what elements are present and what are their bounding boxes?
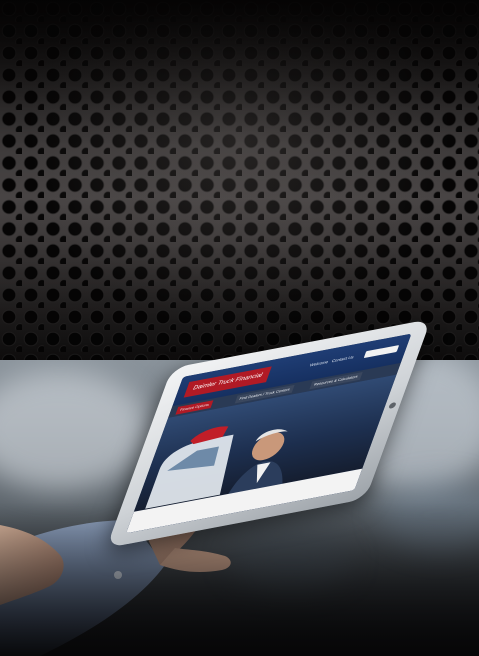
site-search-input[interactable] <box>363 345 400 359</box>
nav-link-welcome[interactable]: Welcome <box>309 359 329 367</box>
tablet-home-button[interactable] <box>388 401 397 410</box>
perforated-metal-panel <box>0 0 479 360</box>
nav-link-contact[interactable]: Contact Us <box>331 354 355 363</box>
